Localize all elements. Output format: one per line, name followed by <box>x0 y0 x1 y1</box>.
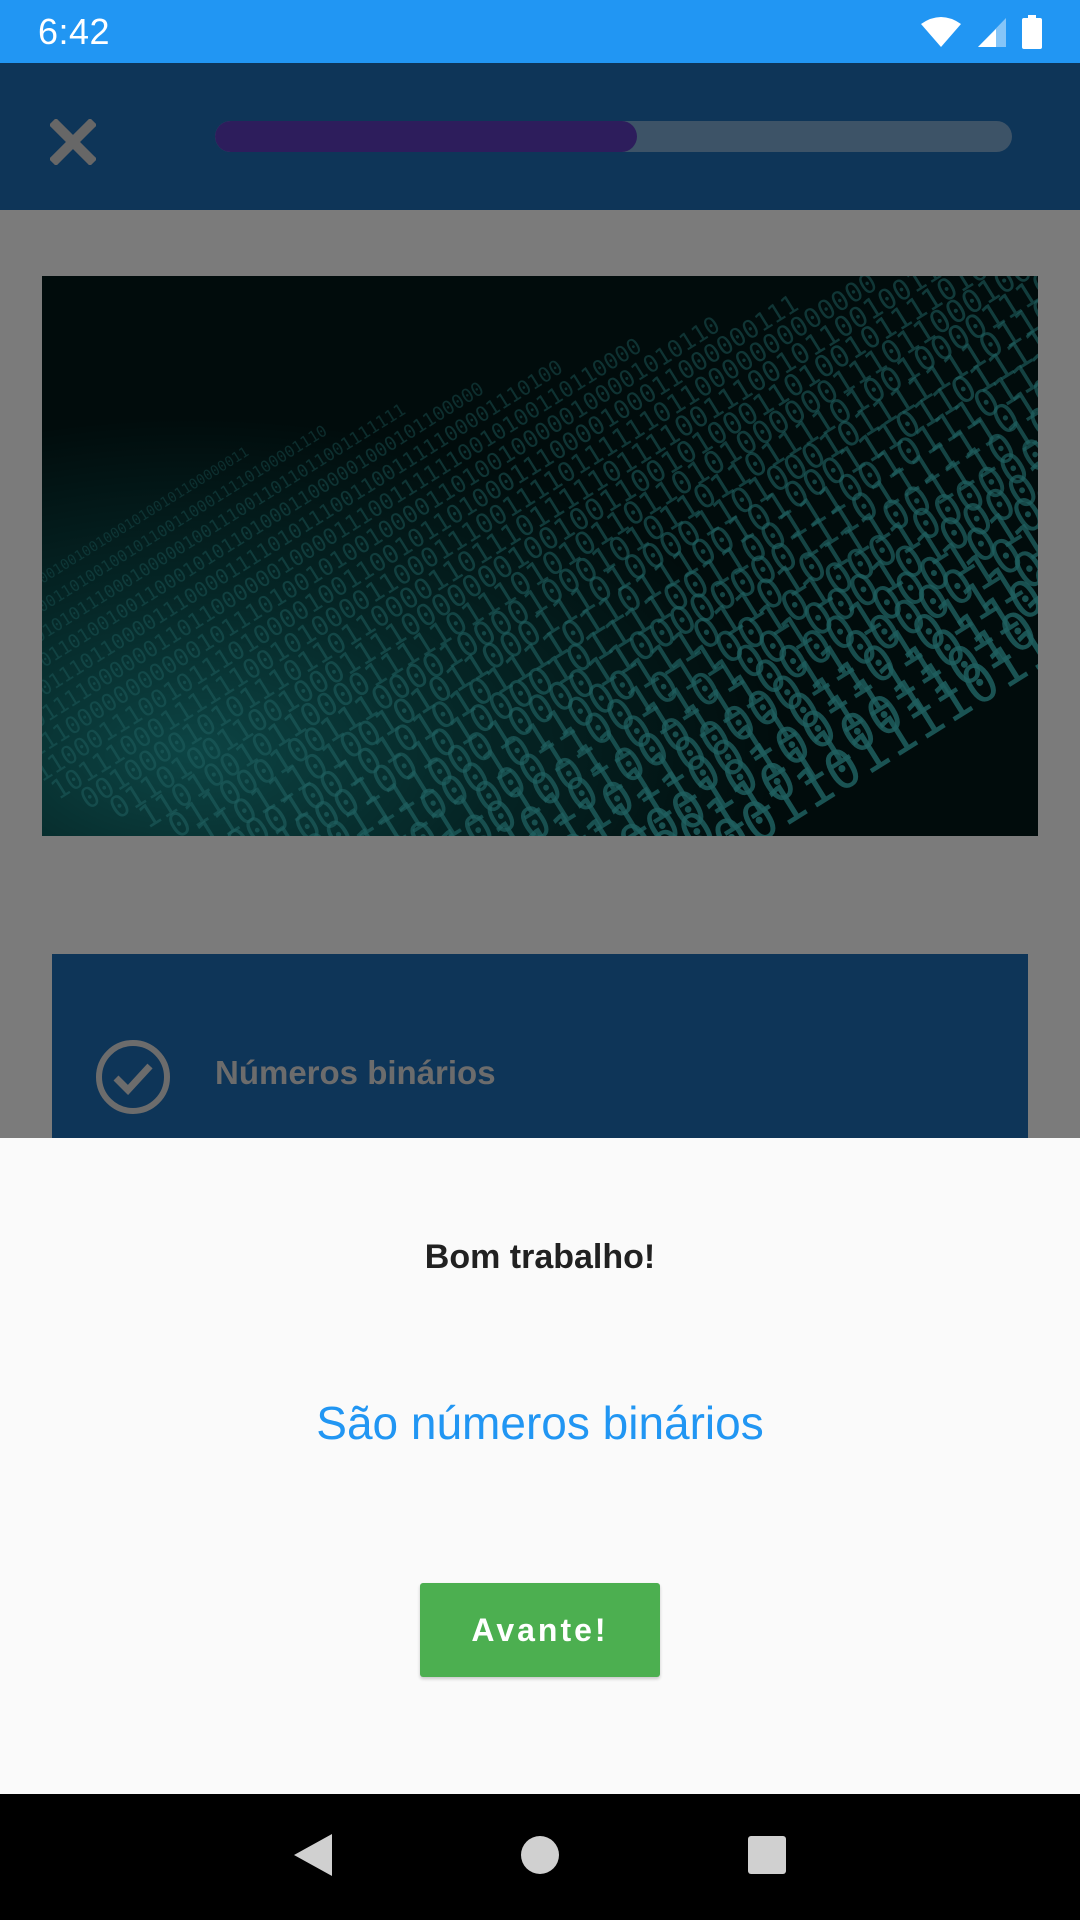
home-button[interactable] <box>500 1817 580 1897</box>
feedback-answer: São números binários <box>316 1397 764 1449</box>
status-time: 6:42 <box>38 10 111 52</box>
feedback-sheet: Bom trabalho! São números binários Avant… <box>0 1138 1080 1794</box>
battery-icon <box>1022 14 1042 49</box>
system-nav-bar <box>0 1794 1080 1920</box>
feedback-title: Bom trabalho! <box>424 1238 656 1276</box>
recents-button[interactable] <box>727 1817 807 1897</box>
home-icon <box>520 1835 560 1880</box>
screen: 6:42 Bom trabalho! São números binários … <box>0 0 1080 1920</box>
signal-icon <box>976 16 1008 48</box>
status-icons <box>920 14 1042 49</box>
back-icon <box>292 1832 334 1883</box>
modal-scrim[interactable] <box>0 63 1080 1138</box>
status-bar: 6:42 <box>0 0 1080 63</box>
wifi-icon <box>920 16 962 48</box>
next-button[interactable]: Avante! <box>420 1583 660 1677</box>
back-button[interactable] <box>273 1817 353 1897</box>
recents-icon <box>747 1835 787 1880</box>
